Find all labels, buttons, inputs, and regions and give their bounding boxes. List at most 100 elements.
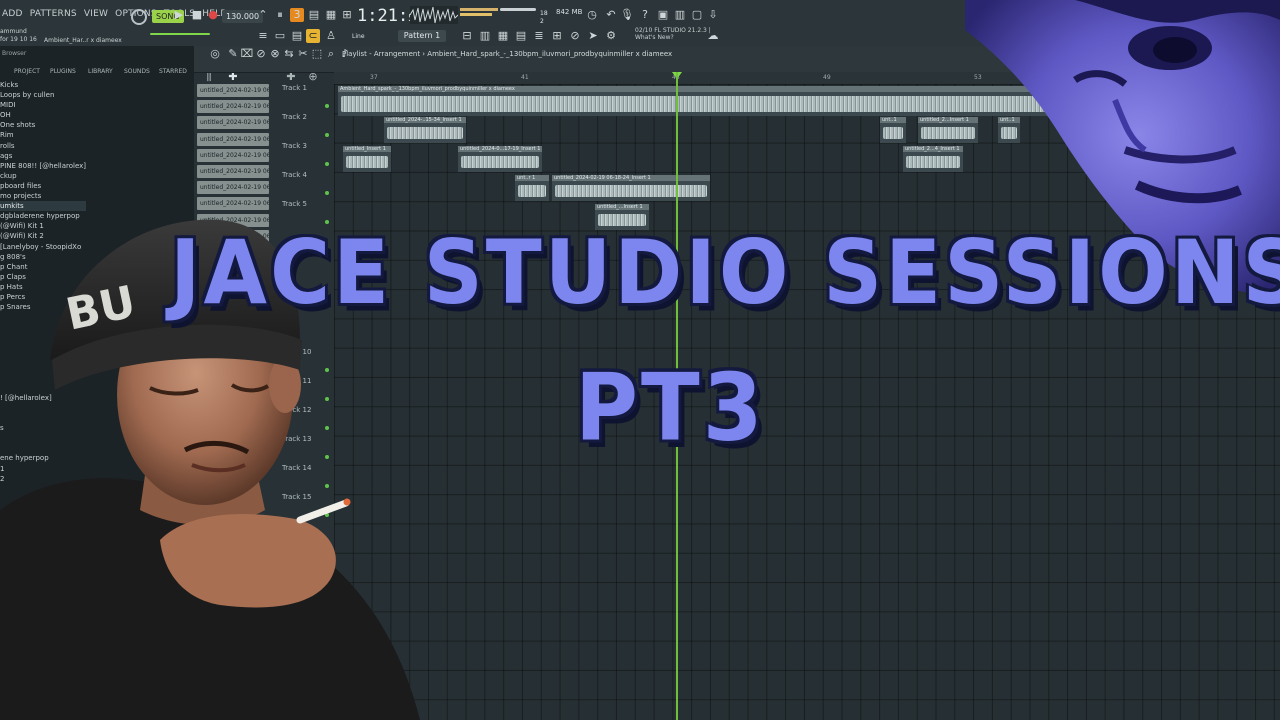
audio-clip[interactable]: untitled_2024-0...17-19_Insert 1 [458,146,542,172]
audio-clip[interactable]: untitled_Insert 1 [343,146,391,172]
paint-tool-icon[interactable]: ⌧ [240,47,254,61]
undo-icon[interactable]: ↶ [604,8,618,22]
channel-rack-icon[interactable]: ▤ [290,29,304,43]
refresh-icon[interactable] [131,9,147,25]
pitch-slider[interactable] [150,33,210,35]
blend-notes-icon[interactable]: ▦ [324,8,338,22]
arrangement-icon[interactable]: ⊟ [460,29,474,43]
snap-select[interactable]: Line [348,31,369,42]
menu-view[interactable]: VIEW [84,9,108,19]
browser-item[interactable]: ags [0,151,86,161]
clip-source-item[interactable]: untitled_2024-02-19 06-... [197,116,269,130]
clip-source-item[interactable]: untitled_2024-02-19 06-... [197,132,269,146]
oscilloscope-wave-icon [410,6,458,24]
wait-input-icon[interactable]: ⏸ [273,8,287,22]
draw-tool-icon[interactable]: ✎ [226,47,240,61]
gift-icon[interactable]: ▣ [656,8,670,22]
mixer-view-icon[interactable]: ▦ [496,29,510,43]
select-tool-icon[interactable]: ⬚ [310,47,324,61]
settings-icon[interactable]: ⚙ [604,29,618,43]
news-hint[interactable]: 02/10 FL STUDIO 21.2.3 | What's New? [635,27,711,41]
delete-tool-icon[interactable]: ⊘ [254,47,268,61]
clock-icon[interactable]: ◷ [585,8,599,22]
metronome-icon[interactable]: ⌃ [256,8,270,22]
browser-item[interactable]: Kicks [0,80,86,90]
browser-item[interactable]: Rim [0,130,86,140]
stop-icon[interactable]: ■ [190,8,204,22]
countdown-icon[interactable]: 3 [290,8,304,22]
audio-clip[interactable]: Ambient_Hard_spark_-_130bpm_iluvmori_pro… [338,86,1050,116]
play-icon[interactable]: ▶ [172,8,186,22]
browser-item[interactable]: rolls [0,141,86,151]
browser-item[interactable]: mo projects [0,191,86,201]
stamp-icon[interactable]: ♙ [324,29,338,43]
browser-item[interactable]: MIDI [0,100,86,110]
audio-clip[interactable]: unt..r 1 [515,175,549,201]
audio-clip-label: unt..r 1 [517,175,536,181]
tab-project[interactable]: PROJECT [14,68,40,75]
track-mute-dot[interactable] [325,191,329,195]
tab-sounds[interactable]: SOUNDS [124,68,150,75]
browser-item[interactable]: PINE 808!! [@hellarolex] [0,161,86,171]
record-icon[interactable]: ● [206,8,220,22]
master-volume-slider[interactable] [500,8,536,11]
browser-item[interactable]: Loops by cullen [0,90,86,100]
mixer-icon[interactable]: ≡ [256,29,270,43]
audio-clip[interactable]: unt..1 [880,117,906,143]
loop-record-icon[interactable]: ▤ [307,8,321,22]
audio-clip[interactable]: untitled_2...4_Insert 1 [903,146,963,172]
track-name[interactable]: Track 1 [282,84,307,92]
playlist-menu-icon[interactable]: ◎ [208,47,222,61]
audio-clip-label: unt..1 [882,117,897,123]
playlist-title: Playlist - Arrangement › Ambient_Hard_sp… [342,50,673,58]
track-mute-dot[interactable] [325,133,329,137]
track-name[interactable]: Track 2 [282,113,307,121]
track-name[interactable]: Track 4 [282,171,307,179]
clip-source-item[interactable]: untitled_2024-02-19 06-... [197,197,269,211]
plugin-db-icon[interactable]: ⊞ [550,29,564,43]
track-name[interactable]: Track 5 [282,200,307,208]
clip-source-item[interactable]: untitled_2024-02-19 06-... [197,100,269,114]
title-line-1: JACE STUDIO SESSIONS [170,222,1280,325]
clip-source-item[interactable]: untitled_2024-02-19 06-... [197,164,269,178]
audio-clip[interactable]: untitled_2024-02-19 06-18-24_Insert 1 [552,175,710,201]
microphone-icon[interactable]: 🎙 [620,8,634,22]
menu-add[interactable]: ADD [2,9,23,19]
track-mute-dot[interactable] [325,162,329,166]
tab-library[interactable]: LIBRARY [88,68,113,75]
step-edit-icon[interactable]: ⊞ [340,8,354,22]
download-icon[interactable]: ⇩ [706,8,720,22]
track-name[interactable]: Track 3 [282,142,307,150]
ruler-tick: 37 [370,74,378,81]
menu-patterns[interactable]: PATTERNS [30,9,77,19]
channel-view-icon[interactable]: ▤ [514,29,528,43]
browser-item[interactable]: OH [0,110,86,120]
audio-clip[interactable]: untitled_2024-..15-34_Insert 1 [384,117,466,143]
slice-tool-icon[interactable]: ✂ [296,47,310,61]
browser-item[interactable]: One shots [0,120,86,130]
tab-plugins[interactable]: PLUGINS [50,68,76,75]
browser-item[interactable]: pboard files [0,181,86,191]
snap-magnet-icon[interactable]: ⊂ [306,29,320,43]
send-icon[interactable]: ➤ [586,29,600,43]
track-mute-dot[interactable] [325,104,329,108]
news-hint-line1: 02/10 FL STUDIO 21.2.3 | [635,27,711,34]
browser-view-icon[interactable]: ≣ [532,29,546,43]
zoom-tool-icon[interactable]: ⌕ [324,47,338,61]
clip-source-item[interactable]: untitled_2024-02-19 06-... [197,148,269,162]
pattern-selector[interactable]: Pattern 1 [398,30,446,42]
plugin-icon[interactable]: ▥ [673,8,687,22]
browser-item[interactable]: ckup [0,171,86,181]
clip-source-item[interactable]: untitled_2024-02-19 06-... [197,84,269,97]
piano-roll-icon[interactable]: ▥ [478,29,492,43]
tab-starred[interactable]: STARRED [159,68,187,75]
cloud-icon[interactable]: ☁ [706,29,720,43]
tag-icon[interactable]: ⊘ [568,29,582,43]
slip-tool-icon[interactable]: ⇆ [282,47,296,61]
audio-clip-label: untitled_Insert 1 [345,146,386,152]
chat-icon[interactable]: ▢ [690,8,704,22]
piano-icon[interactable]: ▭ [273,29,287,43]
clip-source-item[interactable]: untitled_2024-02-19 06-... [197,181,269,195]
help-icon[interactable]: ? [638,8,652,22]
mute-tool-icon[interactable]: ⊗ [268,47,282,61]
